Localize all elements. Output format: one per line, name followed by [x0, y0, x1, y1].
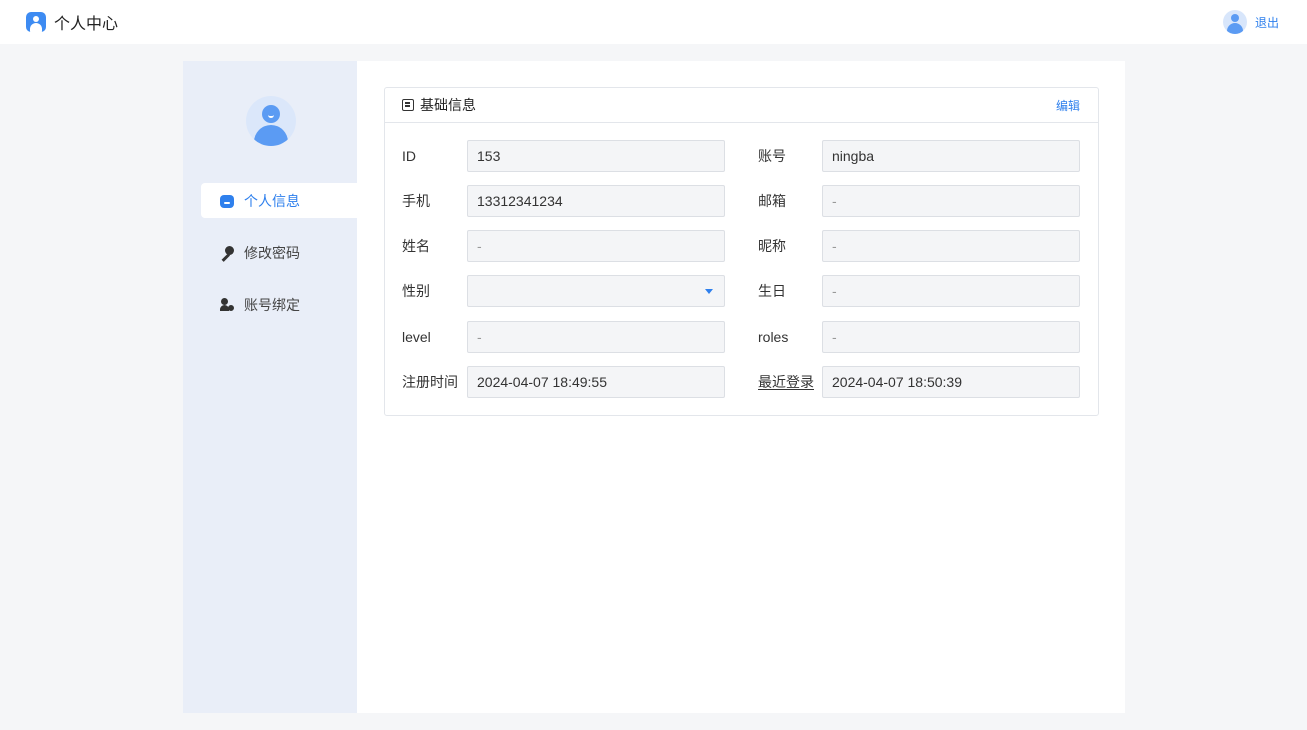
register-time-field[interactable]: 2024-04-07 18:49:55 [467, 366, 725, 398]
user-area: 退出 [1222, 10, 1279, 34]
level-label: level [402, 329, 431, 345]
sidebar-item-label: 个人信息 [244, 192, 300, 209]
edit-button[interactable]: 编辑 [1056, 97, 1080, 114]
name-label: 姓名 [402, 238, 430, 254]
user-check-icon [220, 297, 235, 312]
email-field[interactable]: - [822, 185, 1080, 217]
profile-container: 个人信息 修改密码 账号绑定 基础信息 编辑 ID 153 账号 ningba … [183, 61, 1125, 713]
form-row: level - roles - [385, 321, 1098, 353]
gender-label: 性别 [402, 283, 430, 299]
avatar[interactable] [1222, 10, 1247, 34]
sidebar-item-change-password[interactable]: 修改密码 [201, 235, 357, 270]
form-row: ID 153 账号 ningba [385, 140, 1098, 172]
document-icon [402, 99, 414, 111]
id-label: ID [402, 148, 416, 164]
email-label: 邮箱 [758, 193, 786, 209]
gender-select[interactable] [467, 275, 725, 307]
profile-avatar [246, 96, 296, 146]
basic-info-panel: 基础信息 编辑 ID 153 账号 ningba 手机 13312341234 … [384, 87, 1099, 416]
form-row: 手机 13312341234 邮箱 - [385, 185, 1098, 217]
user-center-icon [26, 12, 46, 32]
brand: 个人中心 [26, 10, 118, 34]
id-field[interactable]: 153 [467, 140, 725, 172]
account-label: 账号 [758, 148, 786, 164]
register-time-label: 注册时间 [402, 374, 458, 390]
name-field[interactable]: - [467, 230, 725, 262]
phone-field[interactable]: 13312341234 [467, 185, 725, 217]
main-content: 基础信息 编辑 ID 153 账号 ningba 手机 13312341234 … [357, 61, 1125, 713]
account-field[interactable]: ningba [822, 140, 1080, 172]
birthday-label: 生日 [758, 283, 786, 299]
form-row: 注册时间 2024-04-07 18:49:55 最近登录 2024-04-07… [385, 366, 1098, 398]
page-title: 个人中心 [54, 16, 119, 33]
panel-title-group: 基础信息 [402, 95, 476, 115]
last-login-field[interactable]: 2024-04-07 18:50:39 [822, 366, 1080, 398]
sidebar-item-label: 修改密码 [244, 244, 300, 261]
sidebar-item-account-binding[interactable]: 账号绑定 [201, 287, 357, 322]
sidebar: 个人信息 修改密码 账号绑定 [183, 61, 357, 713]
nickname-field[interactable]: - [822, 230, 1080, 262]
phone-label: 手机 [402, 193, 430, 209]
sidebar-item-personal-info[interactable]: 个人信息 [201, 183, 357, 218]
last-login-label: 最近登录 [758, 374, 814, 390]
level-field[interactable]: - [467, 321, 725, 353]
roles-field[interactable]: - [822, 321, 1080, 353]
sidebar-item-label: 账号绑定 [244, 296, 300, 313]
roles-label: roles [758, 329, 789, 345]
sidebar-menu: 个人信息 修改密码 账号绑定 [201, 183, 357, 339]
panel-header: 基础信息 编辑 [385, 88, 1098, 123]
top-bar: 个人中心 退出 [0, 0, 1307, 44]
birthday-field[interactable]: - [822, 275, 1080, 307]
nickname-label: 昵称 [758, 238, 786, 254]
logout-button[interactable]: 退出 [1255, 14, 1279, 31]
key-icon [220, 245, 234, 260]
home-icon [220, 194, 234, 208]
caret-down-icon [705, 289, 713, 294]
panel-title: 基础信息 [420, 97, 476, 113]
form-row: 姓名 - 昵称 - [385, 230, 1098, 262]
form-row: 性别 生日 - [385, 275, 1098, 307]
